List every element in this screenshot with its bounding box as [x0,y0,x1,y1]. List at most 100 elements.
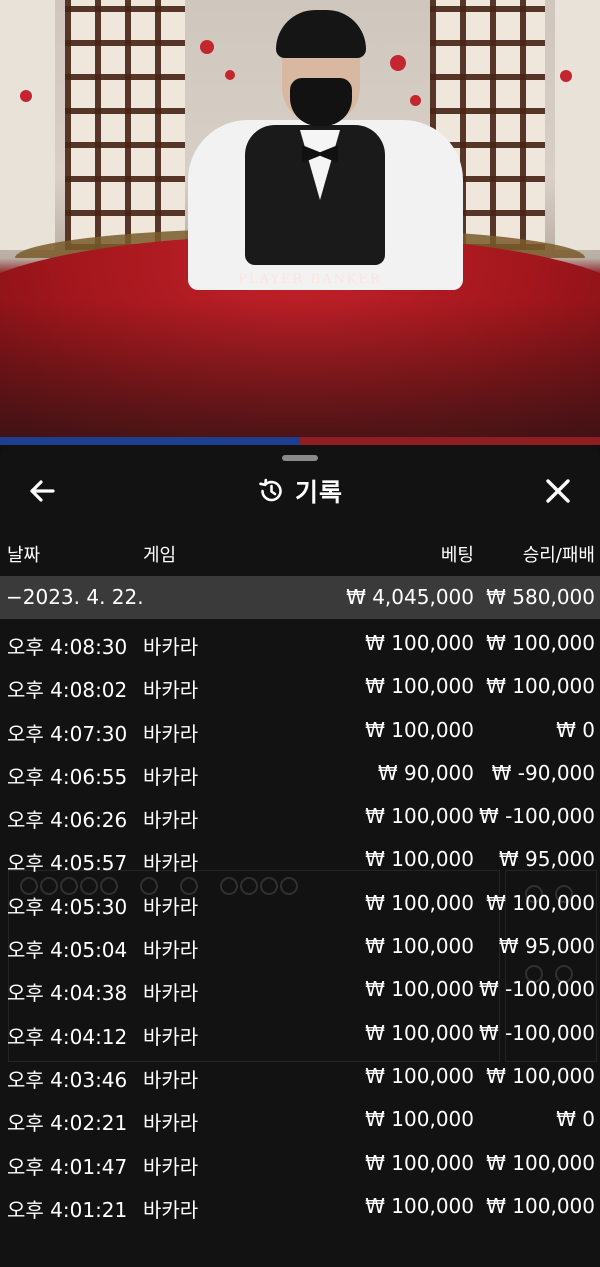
dealer-hair [276,10,366,58]
history-row[interactable]: 오후 4:04:38 바카라 ₩ 100,000 ₩ -100,000 [0,969,600,1012]
row-time: 오후 4:05:30 [7,894,128,919]
lattice-screen-left [65,0,185,250]
row-game: 바카라 [143,1067,199,1092]
row-result: ₩ 100,000 [486,674,595,699]
column-game: 게임 [143,545,177,566]
row-bet: ₩ 90,000 [377,760,474,785]
row-time: 오후 4:05:04 [7,938,128,963]
row-result: ₩ 95,000 [498,934,595,959]
history-row[interactable]: 오후 4:05:04 바카라 ₩ 100,000 ₩ 95,000 [0,926,600,969]
column-bet: 베팅 [440,545,474,566]
row-time: 오후 4:04:12 [7,1024,128,1049]
row-time: 오후 4:02:21 [7,1111,128,1136]
row-result: ₩ 100,000 [486,890,595,915]
history-sheet: 기록 날짜 게임 베팅 승리/패배 −2023. 4. 22. ₩ 4,045,… [0,445,600,1267]
row-time: 오후 4:03:46 [7,1067,128,1092]
blossom-decoration [20,90,32,102]
row-result: ₩ 100,000 [486,1193,595,1218]
close-button[interactable] [538,471,578,511]
row-result: ₩ -100,000 [478,977,595,1002]
row-time: 오후 4:05:57 [7,851,128,876]
row-time: 오후 4:08:30 [7,635,128,659]
banker-side-strip [300,437,600,445]
row-result: ₩ 100,000 [486,631,595,655]
history-list: 오후 4:08:30 바카라 ₩ 100,000 ₩ 100,000 오후 4:08:… [0,623,600,1229]
history-row[interactable]: 오후 4:07:30 바카라 ₩ 100,000 ₩ 0 [0,710,600,753]
row-bet: ₩ 100,000 [365,1150,474,1175]
row-result: ₩ 0 [556,1107,595,1132]
row-time: 오후 4:07:30 [7,721,128,746]
sheet-title: 기록 [0,469,600,513]
blossom-decoration [410,95,421,106]
row-result: ₩ 100,000 [486,1063,595,1088]
row-game: 바카라 [143,721,199,746]
row-time: 오후 4:01:21 [7,1197,128,1222]
row-game: 바카라 [143,764,199,789]
row-bet: ₩ 100,000 [365,1193,474,1218]
summary-result-total: ₩ 580,000 [486,585,595,609]
table-felt-label: PLAYER BANKER [238,272,382,287]
row-game: 바카라 [143,1024,199,1049]
blossom-decoration [200,40,214,54]
history-row[interactable]: 오후 4:05:30 바카라 ₩ 100,000 ₩ 100,000 [0,883,600,926]
row-time: 오후 4:06:55 [7,764,128,789]
back-button[interactable] [22,471,62,511]
history-row[interactable]: 오후 4:08:30 바카라 ₩ 100,000 ₩ 100,000 [0,623,600,666]
row-result: ₩ -90,000 [491,760,595,785]
row-bet: ₩ 100,000 [365,1063,474,1088]
row-bet: ₩ 100,000 [365,804,474,829]
live-dealer-video: PLAYER BANKER [0,0,600,445]
row-bet: ₩ 100,000 [365,717,474,742]
history-column-headers: 날짜 게임 베팅 승리/패배 [0,537,600,571]
history-row[interactable]: 오후 4:02:21 바카라 ₩ 100,000 ₩ 0 [0,1099,600,1142]
history-row[interactable]: 오후 4:05:57 바카라 ₩ 100,000 ₩ 95,000 [0,839,600,882]
column-date: 날짜 [7,545,41,566]
row-time: 오후 4:01:47 [7,1154,128,1179]
row-game: 바카라 [143,635,199,659]
dealer-mask [290,78,352,126]
history-row[interactable]: 오후 4:06:55 바카라 ₩ 90,000 ₩ -90,000 [0,753,600,796]
row-bet: ₩ 100,000 [365,631,474,655]
close-icon [546,479,570,503]
row-bet: ₩ 100,000 [365,847,474,872]
summary-date: −2023. 4. 22. [6,585,144,609]
row-result: ₩ 0 [556,717,595,742]
sheet-grabber[interactable] [282,455,318,461]
row-result: ₩ -100,000 [478,1020,595,1045]
history-row[interactable]: 오후 4:04:12 바카라 ₩ 100,000 ₩ -100,000 [0,1013,600,1056]
page-title: 기록 [294,478,343,507]
row-game: 바카라 [143,851,199,876]
row-result: ₩ -100,000 [478,804,595,829]
row-time: 오후 4:08:02 [7,678,128,703]
row-game: 바카라 [143,808,199,833]
row-result: ₩ 95,000 [498,847,595,872]
row-bet: ₩ 100,000 [365,674,474,699]
row-bet: ₩ 100,000 [365,977,474,1002]
wall-panel-right [555,0,600,250]
player-side-strip [0,437,300,445]
blossom-decoration [225,70,235,80]
history-row[interactable]: 오후 4:03:46 바카라 ₩ 100,000 ₩ 100,000 [0,1056,600,1099]
row-result: ₩ 100,000 [486,1150,595,1175]
date-group-summary[interactable]: −2023. 4. 22. ₩ 4,045,000 ₩ 580,000 [0,576,600,619]
sheet-header: 기록 [0,469,600,513]
row-game: 바카라 [143,678,199,703]
column-result: 승리/패배 [522,545,595,566]
row-game: 바카라 [143,1197,199,1222]
row-game: 바카라 [143,938,199,963]
row-game: 바카라 [143,1154,199,1179]
row-bet: ₩ 100,000 [365,890,474,915]
row-time: 오후 4:06:26 [7,808,128,833]
row-game: 바카라 [143,894,199,919]
row-game: 바카라 [143,1111,199,1136]
history-row[interactable]: 오후 4:08:02 바카라 ₩ 100,000 ₩ 100,000 [0,666,600,709]
summary-bet-total: ₩ 4,045,000 [346,585,474,609]
row-game: 바카라 [143,981,199,1006]
history-row[interactable]: 오후 4:01:47 바카라 ₩ 100,000 ₩ 100,000 [0,1143,600,1186]
blossom-decoration [560,70,572,82]
history-row[interactable]: 오후 4:01:21 바카라 ₩ 100,000 ₩ 100,000 [0,1186,600,1229]
arrow-left-icon [30,480,55,502]
history-row[interactable]: 오후 4:06:26 바카라 ₩ 100,000 ₩ -100,000 [0,796,600,839]
row-bet: ₩ 100,000 [365,1107,474,1132]
row-bet: ₩ 100,000 [365,1020,474,1045]
